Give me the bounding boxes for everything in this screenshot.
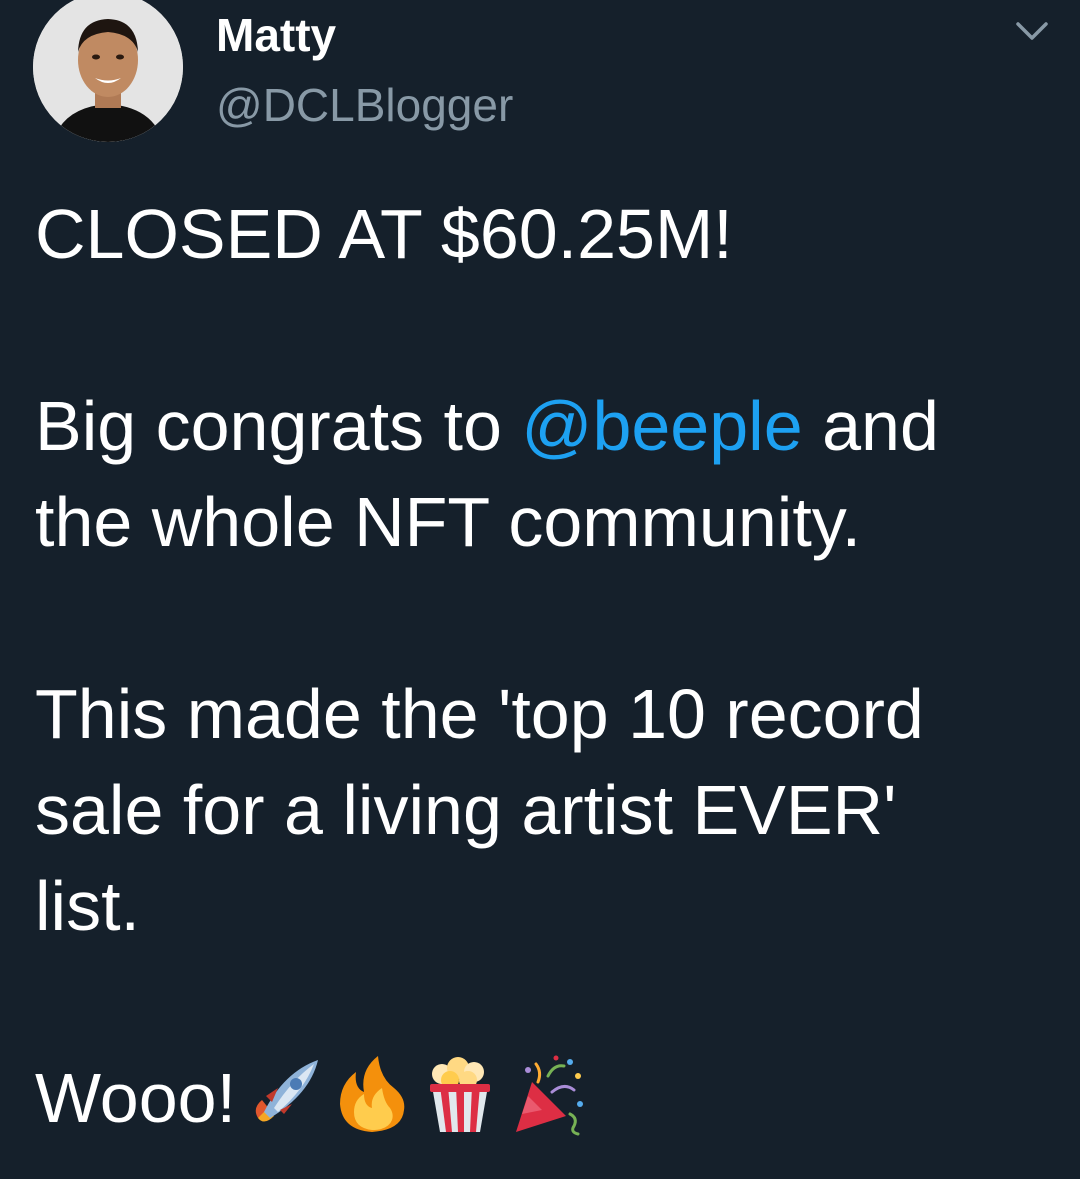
tweet-line: Big congrats to @beeple and	[35, 378, 1045, 474]
tweet-text-segment: Big congrats to	[35, 387, 522, 465]
display-name[interactable]: Matty	[216, 8, 336, 62]
tweet-line: the whole NFT community.	[35, 483, 862, 561]
chevron-down-icon[interactable]	[1010, 14, 1054, 50]
tweet-line: Wooo!	[35, 1050, 1045, 1146]
tweet-line: CLOSED AT $60.25M!	[35, 195, 733, 273]
avatar[interactable]	[33, 0, 183, 142]
tweet-line: list.	[35, 867, 140, 945]
tweet-line: This made the 'top 10 record	[35, 675, 924, 753]
rocket-icon	[244, 1052, 324, 1136]
tweet: Matty @DCLBlogger CLOSED AT $60.25M! Big…	[0, 0, 1080, 1179]
tweet-text-segment: and	[802, 387, 939, 465]
tweet-header: Matty @DCLBlogger	[0, 0, 1080, 160]
tweet-text-segment: Wooo!	[35, 1059, 237, 1137]
fire-icon	[332, 1052, 412, 1136]
tweet-line: sale for a living artist EVER'	[35, 771, 897, 849]
popcorn-icon	[420, 1052, 500, 1136]
tweet-text: CLOSED AT $60.25M! Big congrats to @beep…	[35, 186, 1045, 1146]
mention-link[interactable]: @beeple	[521, 387, 802, 465]
party-popper-icon	[508, 1052, 588, 1136]
user-handle[interactable]: @DCLBlogger	[216, 78, 513, 132]
